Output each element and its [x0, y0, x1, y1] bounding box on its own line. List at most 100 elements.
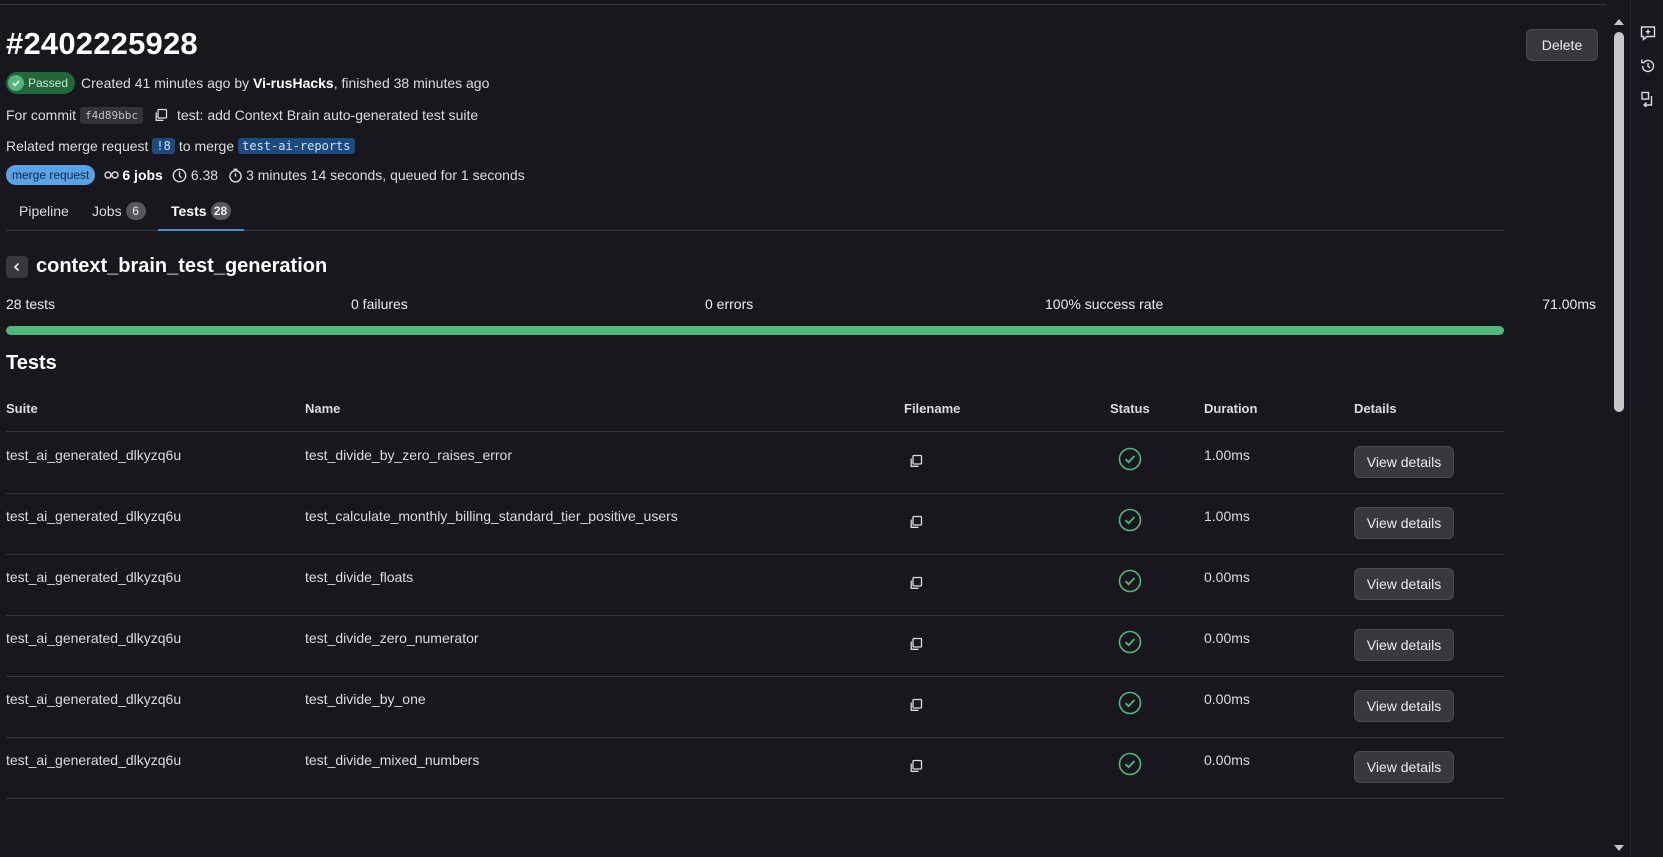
back-button[interactable] — [6, 256, 28, 278]
commit-prefix: For commit — [6, 107, 76, 123]
tests-heading: Tests — [6, 352, 57, 374]
suite-title: context_brain_test_generation — [36, 255, 328, 277]
view-details-button[interactable]: View details — [1354, 751, 1454, 783]
right-rail — [1630, 0, 1663, 857]
table-row: test_ai_generated_dlkyzq6u test_divide_f… — [6, 554, 1504, 616]
scroll-down-arrow-icon[interactable] — [1613, 840, 1625, 856]
suite-cell: test_ai_generated_dlkyzq6u — [6, 569, 182, 585]
duration-cell: 0.00ms — [1204, 691, 1250, 707]
pipeline-tabs: Pipeline Jobs 6 Tests 28 — [6, 192, 1504, 231]
review-icon[interactable] — [1639, 90, 1657, 108]
table-row: test_ai_generated_dlkyzq6u test_divide_b… — [6, 676, 1504, 738]
view-details-button[interactable]: View details — [1354, 507, 1454, 539]
author-link[interactable]: Vi-rusHacks — [253, 75, 334, 91]
suite-cell: test_ai_generated_dlkyzq6u — [6, 630, 182, 646]
chevron-left-icon — [12, 259, 22, 275]
suite-cell: test_ai_generated_dlkyzq6u — [6, 752, 182, 768]
check-circle-icon — [1118, 447, 1142, 471]
tab-count: 6 — [125, 202, 146, 220]
copy-icon[interactable] — [907, 574, 925, 592]
page-title: #2402225928 — [6, 26, 198, 61]
source-badge: merge request — [6, 165, 96, 185]
comment-add-icon[interactable] — [1639, 24, 1657, 42]
commit-meta: For commit f4d89bbc test: add Context Br… — [6, 105, 478, 125]
suite-cell: test_ai_generated_dlkyzq6u — [6, 691, 182, 707]
name-cell: test_divide_zero_numerator — [305, 630, 479, 646]
column-header-details: Details — [1354, 401, 1397, 416]
commit-sha[interactable]: f4d89bbc — [80, 106, 143, 124]
copy-icon[interactable] — [907, 696, 925, 714]
history-icon[interactable] — [1639, 57, 1657, 75]
pipeline-meta: Passed Created 41 minutes ago by Vi-rusH… — [6, 72, 489, 94]
column-header-status: Status — [1110, 401, 1150, 416]
tab-pipeline[interactable]: Pipeline — [19, 192, 69, 230]
copy-icon[interactable] — [153, 107, 169, 123]
timer-icon — [227, 167, 243, 183]
name-cell: test_divide_by_one — [305, 691, 426, 707]
jobs-count: 6 jobs — [122, 167, 163, 183]
stat-failures: 0 failures — [351, 296, 408, 312]
tab-label: Tests — [171, 203, 207, 219]
column-header-suite: Suite — [6, 401, 38, 416]
copy-icon[interactable] — [907, 513, 925, 531]
tab-jobs[interactable]: Jobs 6 — [92, 192, 146, 230]
tab-label: Pipeline — [19, 203, 69, 219]
view-details-button[interactable]: View details — [1354, 629, 1454, 661]
duration-cell: 0.00ms — [1204, 630, 1250, 646]
delete-button[interactable]: Delete — [1526, 29, 1598, 61]
column-header-filename: Filename — [904, 401, 961, 416]
stat-duration: 71.00ms — [1542, 296, 1596, 312]
copy-icon[interactable] — [907, 757, 925, 775]
tab-tests[interactable]: Tests 28 — [158, 192, 244, 231]
view-details-button[interactable]: View details — [1354, 568, 1454, 600]
column-header-duration: Duration — [1204, 401, 1258, 416]
scrollbar-thumb[interactable] — [1614, 32, 1624, 412]
name-cell: test_divide_floats — [305, 569, 414, 585]
check-circle-icon — [1118, 508, 1142, 532]
name-cell: test_divide_mixed_numbers — [305, 752, 480, 768]
pipeline-stats: merge request 6 jobs 6.38 3 minutes 14 s… — [6, 164, 525, 186]
stat-errors: 0 errors — [705, 296, 754, 312]
status-label: Passed — [28, 76, 69, 90]
check-circle-icon — [1118, 630, 1142, 654]
merge-request-link[interactable]: !8 — [152, 138, 175, 154]
copy-icon[interactable] — [907, 452, 925, 470]
mr-prefix: Related merge request — [6, 138, 149, 154]
tests-table-header: Suite Name Filename Status Duration Deta… — [6, 398, 1504, 432]
suite-cell: test_ai_generated_dlkyzq6u — [6, 447, 182, 463]
copy-icon[interactable] — [907, 635, 925, 653]
pipeline-icon — [103, 167, 119, 183]
name-cell: test_divide_by_zero_raises_error — [305, 447, 512, 463]
page-scrollbar[interactable] — [1609, 0, 1629, 857]
duration-cell: 0.00ms — [1204, 569, 1250, 585]
duration-text: 3 minutes 14 seconds, queued for 1 secon… — [246, 167, 525, 183]
check-circle-icon — [1118, 752, 1142, 776]
table-row: test_ai_generated_dlkyzq6u test_divide_b… — [6, 432, 1504, 494]
pipeline-score: 6.38 — [190, 167, 219, 183]
tab-count: 28 — [210, 202, 231, 220]
name-cell: test_calculate_monthly_billing_standard_… — [305, 508, 678, 524]
status-badge[interactable]: Passed — [6, 72, 76, 94]
view-details-button[interactable]: View details — [1354, 446, 1454, 478]
progress-fill — [6, 326, 1504, 335]
commit-message[interactable]: test: add Context Brain auto-generated t… — [177, 107, 478, 123]
stat-tests: 28 tests — [6, 296, 56, 312]
merge-request-meta: Related merge request !8 to merge test-a… — [6, 136, 355, 156]
scroll-up-arrow-icon[interactable] — [1613, 14, 1625, 30]
table-row: test_ai_generated_dlkyzq6u test_divide_m… — [6, 737, 1504, 799]
check-circle-icon — [1118, 691, 1142, 715]
mr-to-text: to merge — [178, 138, 235, 154]
view-details-button[interactable]: View details — [1354, 690, 1454, 722]
suite-cell: test_ai_generated_dlkyzq6u — [6, 508, 182, 524]
duration-cell: 1.00ms — [1204, 447, 1250, 463]
duration-cell: 1.00ms — [1204, 508, 1250, 524]
top-divider — [0, 4, 1606, 5]
column-header-name: Name — [305, 401, 341, 416]
branch-link[interactable]: test-ai-reports — [238, 138, 355, 154]
created-text: Created 41 minutes ago by — [81, 75, 250, 91]
table-row: test_ai_generated_dlkyzq6u test_divide_z… — [6, 615, 1504, 677]
check-circle-icon — [1118, 569, 1142, 593]
tab-label: Jobs — [92, 203, 122, 219]
check-icon — [8, 75, 24, 91]
gauge-icon — [172, 167, 188, 183]
